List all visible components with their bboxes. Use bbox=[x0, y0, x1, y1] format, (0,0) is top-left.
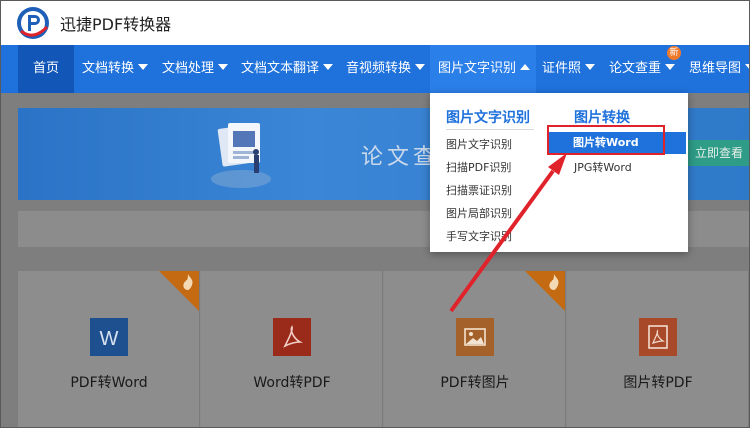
chevron-down-icon bbox=[585, 64, 596, 70]
nav-item-id-photo[interactable]: 证件照 bbox=[542, 45, 596, 93]
pdf-icon bbox=[273, 318, 311, 356]
dropdown-column-title: 图片转换 bbox=[574, 110, 630, 126]
dropdown-item-jpg-to-word[interactable]: JPG转Word bbox=[574, 159, 632, 175]
image-icon bbox=[456, 318, 494, 356]
nav-item-label: 论文查重 bbox=[609, 61, 662, 76]
new-badge: 新 bbox=[667, 46, 681, 60]
chevron-down-icon bbox=[745, 64, 749, 70]
card-label: Word转PDF bbox=[253, 375, 331, 391]
nav-item-document-translate[interactable]: 文档文本翻译 bbox=[241, 45, 334, 93]
pdf-icon bbox=[639, 318, 677, 356]
nav-item-home[interactable]: 首页 bbox=[18, 45, 74, 93]
main-nav: 首页 文档转换 文档处理 文档文本翻译 音视频转换 图片文字识别 证件照 论文查… bbox=[1, 45, 749, 93]
svg-text:W: W bbox=[100, 328, 119, 350]
dropdown-item-partial-image-ocr[interactable]: 图片局部识别 bbox=[446, 205, 512, 221]
tool-card-image-to-pdf[interactable]: 图片转PDF bbox=[567, 271, 749, 427]
app-logo-icon bbox=[15, 5, 51, 41]
banner-illustration bbox=[206, 113, 276, 191]
chevron-down-icon bbox=[323, 64, 334, 70]
tool-card-pdf-to-image[interactable]: PDF转图片 bbox=[384, 271, 566, 427]
nav-item-label: 思维导图 bbox=[689, 61, 742, 76]
flame-icon bbox=[549, 274, 559, 290]
chevron-down-icon bbox=[665, 64, 676, 70]
dropdown-item-scan-pdf-ocr[interactable]: 扫描PDF识别 bbox=[446, 159, 511, 175]
nav-item-label: 音视频转换 bbox=[346, 61, 412, 76]
nav-item-document-process[interactable]: 文档处理 bbox=[162, 45, 229, 93]
card-label: 图片转PDF bbox=[623, 375, 693, 391]
app-header: 迅捷PDF转换器 bbox=[1, 1, 749, 45]
app-title: 迅捷PDF转换器 bbox=[60, 15, 172, 34]
image-ocr-dropdown: 图片文字识别 图片文字识别 扫描PDF识别 扫描票证识别 图片局部识别 手写文字… bbox=[430, 93, 688, 252]
dropdown-item-image-ocr[interactable]: 图片文字识别 bbox=[446, 136, 512, 152]
card-label: PDF转Word bbox=[70, 375, 148, 391]
view-now-button[interactable]: 立即查看 bbox=[687, 140, 749, 166]
nav-item-label: 图片文字识别 bbox=[438, 61, 517, 76]
tool-card-word-to-pdf[interactable]: Word转PDF bbox=[201, 271, 383, 427]
flame-icon bbox=[183, 274, 193, 290]
nav-item-image-ocr[interactable]: 图片文字识别 bbox=[430, 45, 536, 93]
chevron-up-icon bbox=[520, 64, 531, 70]
nav-item-mind-map[interactable]: 思维导图 bbox=[689, 45, 749, 93]
tool-card-pdf-to-word[interactable]: W PDF转Word bbox=[18, 271, 200, 427]
word-icon: W bbox=[90, 318, 128, 356]
divider bbox=[446, 129, 534, 130]
nav-item-document-convert[interactable]: 文档转换 bbox=[82, 45, 149, 93]
dropdown-item-handwriting-ocr[interactable]: 手写文字识别 bbox=[446, 228, 512, 244]
banner-text: 论文查 bbox=[361, 145, 440, 170]
nav-item-paper-check[interactable]: 论文查重 bbox=[609, 45, 676, 93]
chevron-down-icon bbox=[218, 64, 229, 70]
app-window: 迅捷PDF转换器 首页 文档转换 文档处理 文档文本翻译 音视频转换 图片文字识… bbox=[0, 0, 750, 428]
chevron-down-icon bbox=[138, 64, 149, 70]
nav-item-label: 首页 bbox=[32, 61, 59, 76]
nav-item-label: 文档文本翻译 bbox=[241, 61, 320, 76]
nav-item-label: 证件照 bbox=[542, 61, 582, 76]
chevron-down-icon bbox=[415, 64, 426, 70]
nav-item-label: 文档处理 bbox=[162, 61, 215, 76]
highlight-box bbox=[547, 125, 665, 155]
dropdown-item-scan-ticket-ocr[interactable]: 扫描票证识别 bbox=[446, 182, 512, 198]
nav-item-label: 文档转换 bbox=[82, 61, 135, 76]
dropdown-column-title: 图片文字识别 bbox=[446, 110, 530, 126]
nav-item-av-convert[interactable]: 音视频转换 bbox=[346, 45, 426, 93]
card-label: PDF转图片 bbox=[440, 375, 510, 391]
